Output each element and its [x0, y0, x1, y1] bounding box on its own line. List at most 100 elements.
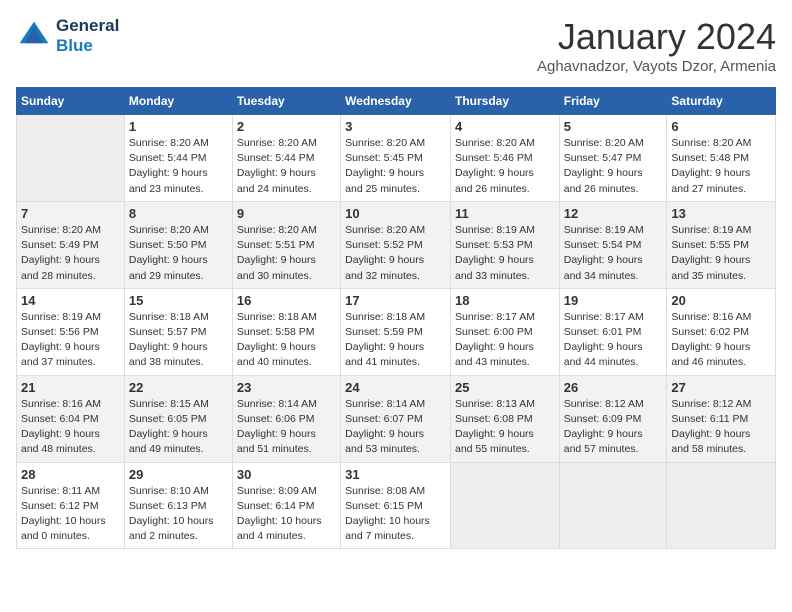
day-info: Sunrise: 8:19 AM Sunset: 5:54 PM Dayligh…: [564, 223, 663, 284]
calendar-cell: 21Sunrise: 8:16 AM Sunset: 6:04 PM Dayli…: [17, 375, 125, 462]
calendar-cell: 27 Sunrise: 8:12 AM Sunset: 6:11 PM Dayli…: [667, 375, 776, 462]
day-info: Sunrise: 8:20 AM Sunset: 5:49 PM Dayligh…: [21, 223, 120, 284]
day-info: Sunrise: 8:19 AM Sunset: 5:55 PM Dayligh…: [671, 223, 771, 284]
calendar-cell: 1 Sunrise: 8:20 AM Sunset: 5:44 PM Daylig…: [124, 115, 232, 202]
calendar-cell: 17Sunrise: 8:18 AM Sunset: 5:59 PM Dayli…: [341, 288, 451, 375]
weekday-saturday: Saturday: [667, 88, 776, 115]
logo: General Blue: [16, 16, 119, 56]
day-info: Sunrise: 8:16 AM Sunset: 6:02 PM Dayligh…: [671, 310, 771, 371]
calendar-cell: 5 Sunrise: 8:20 AM Sunset: 5:47 PM Daylig…: [559, 115, 667, 202]
day-number: 14: [21, 293, 120, 308]
weekday-monday: Monday: [124, 88, 232, 115]
day-info: Sunrise: 8:20 AM Sunset: 5:52 PM Dayligh…: [345, 223, 446, 284]
calendar-cell: 18 Sunrise: 8:17 AM Sunset: 6:00 PM Dayli…: [450, 288, 559, 375]
calendar-cell: 11 Sunrise: 8:19 AM Sunset: 5:53 PM Dayli…: [450, 201, 559, 288]
day-number: 27: [671, 380, 771, 395]
calendar-cell: 8 Sunrise: 8:20 AM Sunset: 5:50 PM Daylig…: [124, 201, 232, 288]
calendar-body: 1 Sunrise: 8:20 AM Sunset: 5:44 PM Daylig…: [17, 115, 776, 549]
day-number: 30: [237, 467, 336, 482]
day-number: 28: [21, 467, 120, 482]
day-info: Sunrise: 8:18 AM Sunset: 5:57 PM Dayligh…: [129, 310, 228, 371]
day-info: Sunrise: 8:09 AM Sunset: 6:14 PM Dayligh…: [237, 484, 336, 545]
day-number: 18: [455, 293, 555, 308]
day-number: 11: [455, 206, 555, 221]
day-number: 12: [564, 206, 663, 221]
calendar-cell: 13Sunrise: 8:19 AM Sunset: 5:55 PM Dayli…: [667, 201, 776, 288]
weekday-friday: Friday: [559, 88, 667, 115]
day-info: Sunrise: 8:20 AM Sunset: 5:45 PM Dayligh…: [345, 136, 446, 197]
day-number: 24: [345, 380, 446, 395]
day-number: 23: [237, 380, 336, 395]
calendar-cell: 26 Sunrise: 8:12 AM Sunset: 6:09 PM Dayli…: [559, 375, 667, 462]
day-number: 16: [237, 293, 336, 308]
calendar-cell: 16 Sunrise: 8:18 AM Sunset: 5:58 PM Dayli…: [232, 288, 340, 375]
weekday-wednesday: Wednesday: [341, 88, 451, 115]
day-info: Sunrise: 8:14 AM Sunset: 6:06 PM Dayligh…: [237, 397, 336, 458]
day-info: Sunrise: 8:18 AM Sunset: 5:58 PM Dayligh…: [237, 310, 336, 371]
calendar-cell: 30 Sunrise: 8:09 AM Sunset: 6:14 PM Dayli…: [232, 462, 340, 549]
day-info: Sunrise: 8:19 AM Sunset: 5:56 PM Dayligh…: [21, 310, 120, 371]
calendar-cell: 14 Sunrise: 8:19 AM Sunset: 5:56 PM Dayli…: [17, 288, 125, 375]
calendar-cell: 2Sunrise: 8:20 AM Sunset: 5:44 PM Daylig…: [232, 115, 340, 202]
calendar-cell: [450, 462, 559, 549]
calendar-cell: 15 Sunrise: 8:18 AM Sunset: 5:57 PM Dayli…: [124, 288, 232, 375]
calendar-cell: 9 Sunrise: 8:20 AM Sunset: 5:51 PM Daylig…: [232, 201, 340, 288]
weekday-sunday: Sunday: [17, 88, 125, 115]
day-info: Sunrise: 8:20 AM Sunset: 5:44 PM Dayligh…: [129, 136, 228, 197]
day-info: Sunrise: 8:20 AM Sunset: 5:47 PM Dayligh…: [564, 136, 663, 197]
calendar-cell: 4 Sunrise: 8:20 AM Sunset: 5:46 PM Daylig…: [450, 115, 559, 202]
logo-text: General Blue: [56, 16, 119, 56]
day-info: Sunrise: 8:17 AM Sunset: 6:00 PM Dayligh…: [455, 310, 555, 371]
week-row-2: 7 Sunrise: 8:20 AM Sunset: 5:49 PM Daylig…: [17, 201, 776, 288]
day-info: Sunrise: 8:12 AM Sunset: 6:11 PM Dayligh…: [671, 397, 771, 458]
calendar-cell: 25 Sunrise: 8:13 AM Sunset: 6:08 PM Dayli…: [450, 375, 559, 462]
day-number: 15: [129, 293, 228, 308]
weekday-thursday: Thursday: [450, 88, 559, 115]
location-subtitle: Aghavnadzor, Vayots Dzor, Armenia: [537, 58, 776, 75]
week-row-3: 14 Sunrise: 8:19 AM Sunset: 5:56 PM Dayli…: [17, 288, 776, 375]
day-info: Sunrise: 8:20 AM Sunset: 5:46 PM Dayligh…: [455, 136, 555, 197]
day-number: 22: [129, 380, 228, 395]
day-info: Sunrise: 8:20 AM Sunset: 5:50 PM Dayligh…: [129, 223, 228, 284]
day-number: 5: [564, 119, 663, 134]
day-number: 26: [564, 380, 663, 395]
day-info: Sunrise: 8:19 AM Sunset: 5:53 PM Dayligh…: [455, 223, 555, 284]
day-number: 4: [455, 119, 555, 134]
calendar-cell: [17, 115, 125, 202]
day-number: 17: [345, 293, 446, 308]
day-number: 10: [345, 206, 446, 221]
day-info: Sunrise: 8:20 AM Sunset: 5:48 PM Dayligh…: [671, 136, 771, 197]
week-row-5: 28 Sunrise: 8:11 AM Sunset: 6:12 PM Dayli…: [17, 462, 776, 549]
day-info: Sunrise: 8:08 AM Sunset: 6:15 PM Dayligh…: [345, 484, 446, 545]
day-info: Sunrise: 8:11 AM Sunset: 6:12 PM Dayligh…: [21, 484, 120, 545]
day-number: 29: [129, 467, 228, 482]
day-info: Sunrise: 8:20 AM Sunset: 5:51 PM Dayligh…: [237, 223, 336, 284]
day-number: 6: [671, 119, 771, 134]
calendar-cell: 19 Sunrise: 8:17 AM Sunset: 6:01 PM Dayli…: [559, 288, 667, 375]
calendar-cell: [667, 462, 776, 549]
day-number: 31: [345, 467, 446, 482]
day-number: 20: [671, 293, 771, 308]
day-number: 8: [129, 206, 228, 221]
day-number: 7: [21, 206, 120, 221]
calendar-cell: 7 Sunrise: 8:20 AM Sunset: 5:49 PM Daylig…: [17, 201, 125, 288]
calendar-cell: 20 Sunrise: 8:16 AM Sunset: 6:02 PM Dayli…: [667, 288, 776, 375]
day-info: Sunrise: 8:13 AM Sunset: 6:08 PM Dayligh…: [455, 397, 555, 458]
title-block: January 2024 Aghavnadzor, Vayots Dzor, A…: [537, 16, 776, 75]
day-number: 9: [237, 206, 336, 221]
day-info: Sunrise: 8:15 AM Sunset: 6:05 PM Dayligh…: [129, 397, 228, 458]
day-info: Sunrise: 8:20 AM Sunset: 5:44 PM Dayligh…: [237, 136, 336, 197]
day-number: 1: [129, 119, 228, 134]
page-header: General Blue January 2024 Aghavnadzor, V…: [16, 16, 776, 75]
calendar-cell: 10 Sunrise: 8:20 AM Sunset: 5:52 PM Dayli…: [341, 201, 451, 288]
week-row-4: 21Sunrise: 8:16 AM Sunset: 6:04 PM Dayli…: [17, 375, 776, 462]
weekday-header-row: SundayMondayTuesdayWednesdayThursdayFrid…: [17, 88, 776, 115]
week-row-1: 1 Sunrise: 8:20 AM Sunset: 5:44 PM Daylig…: [17, 115, 776, 202]
day-number: 25: [455, 380, 555, 395]
calendar-cell: 24Sunrise: 8:14 AM Sunset: 6:07 PM Dayli…: [341, 375, 451, 462]
day-number: 19: [564, 293, 663, 308]
calendar-cell: 3Sunrise: 8:20 AM Sunset: 5:45 PM Daylig…: [341, 115, 451, 202]
calendar-cell: 22 Sunrise: 8:15 AM Sunset: 6:05 PM Dayli…: [124, 375, 232, 462]
day-info: Sunrise: 8:12 AM Sunset: 6:09 PM Dayligh…: [564, 397, 663, 458]
day-info: Sunrise: 8:17 AM Sunset: 6:01 PM Dayligh…: [564, 310, 663, 371]
